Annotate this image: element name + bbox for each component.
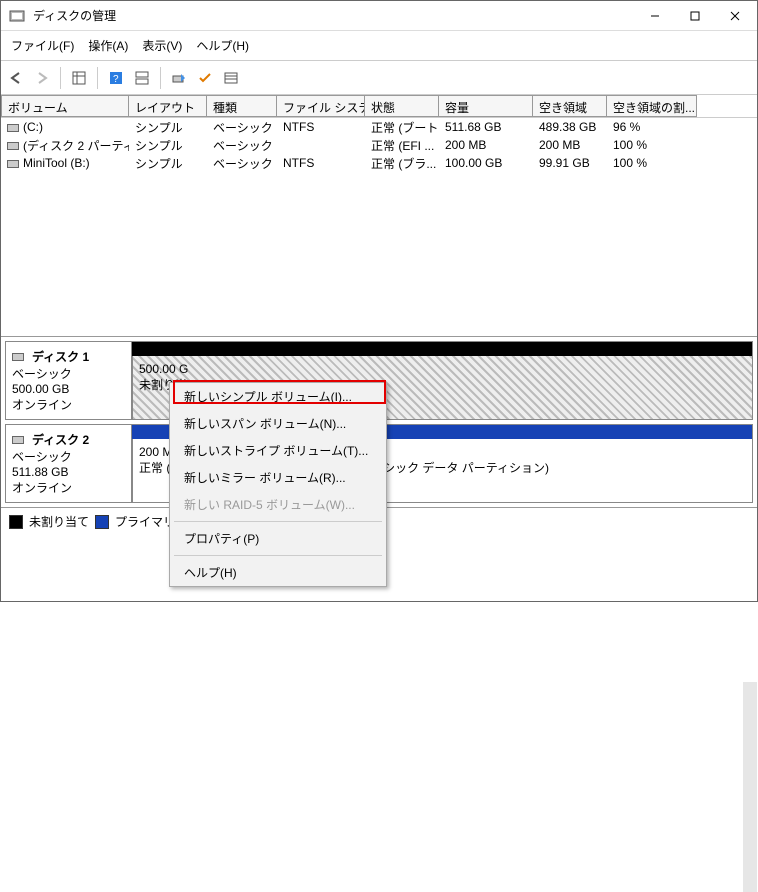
cm-new-stripe-volume[interactable]: 新しいストライプ ボリューム(T)... xyxy=(170,437,386,464)
cm-new-simple-volume[interactable]: 新しいシンプル ボリューム(I)... xyxy=(170,383,386,410)
action-button[interactable] xyxy=(168,67,190,89)
menu-view[interactable]: 表示(V) xyxy=(136,35,188,56)
menu-help[interactable]: ヘルプ(H) xyxy=(190,35,255,56)
disk-status: オンライン xyxy=(12,396,125,413)
cell-volume: (ディスク 2 パーティシ... xyxy=(23,139,129,153)
context-menu: 新しいシンプル ボリューム(I)... 新しいスパン ボリューム(N)... 新… xyxy=(169,382,387,587)
cell-type: ベーシック xyxy=(207,118,277,137)
app-icon xyxy=(9,8,25,24)
disk-name: ディスク 2 xyxy=(32,431,89,448)
cm-help[interactable]: ヘルプ(H) xyxy=(170,559,386,586)
volume-icon xyxy=(7,160,19,168)
help-button[interactable]: ? xyxy=(105,67,127,89)
cell-fs: NTFS xyxy=(277,155,365,171)
scrollbar[interactable] xyxy=(743,682,757,892)
forward-button[interactable] xyxy=(31,67,53,89)
cell-cap: 100.00 GB xyxy=(439,155,533,171)
disk-info-2[interactable]: ディスク 2 ベーシック 511.88 GB オンライン xyxy=(6,425,132,502)
cell-layout: シンプル xyxy=(129,154,207,173)
menubar: ファイル(F) 操作(A) 表示(V) ヘルプ(H) xyxy=(1,31,757,61)
volume-icon xyxy=(7,124,19,132)
cm-new-mirror-volume[interactable]: 新しいミラー ボリューム(R)... xyxy=(170,464,386,491)
col-status[interactable]: 状態 xyxy=(365,95,439,117)
cell-fs xyxy=(277,144,365,146)
unallocated-stripe xyxy=(132,342,752,356)
col-free[interactable]: 空き領域 xyxy=(533,95,607,117)
cell-pct: 100 % xyxy=(607,155,697,171)
cell-type: ベーシック xyxy=(207,136,277,155)
cell-type: ベーシック xyxy=(207,154,277,173)
disk-type: ベーシック xyxy=(12,365,125,382)
volume-grid: ボリューム レイアウト 種類 ファイル システム 状態 容量 空き領域 空き領域… xyxy=(1,95,757,337)
svg-text:?: ? xyxy=(113,74,119,85)
toolbar-view-button[interactable] xyxy=(68,67,90,89)
titlebar: ディスクの管理 xyxy=(1,1,757,31)
cell-status: 正常 (EFI ... xyxy=(365,136,439,155)
toolbar-layout-button[interactable] xyxy=(131,67,153,89)
maximize-button[interactable] xyxy=(675,2,715,30)
back-button[interactable] xyxy=(5,67,27,89)
cm-new-raid5-volume: 新しい RAID-5 ボリューム(W)... xyxy=(170,491,386,518)
cell-status: 正常 (ブラ... xyxy=(365,154,439,173)
disk-type: ベーシック xyxy=(12,448,125,465)
col-capacity[interactable]: 容量 xyxy=(439,95,533,117)
cm-separator xyxy=(174,521,382,522)
minimize-button[interactable] xyxy=(635,2,675,30)
cell-cap: 200 MB xyxy=(439,137,533,153)
cell-layout: シンプル xyxy=(129,136,207,155)
disk-size: 511.88 GB xyxy=(12,465,125,479)
col-type[interactable]: 種類 xyxy=(207,95,277,117)
cm-new-span-volume[interactable]: 新しいスパン ボリューム(N)... xyxy=(170,410,386,437)
cell-volume: MiniTool (B:) xyxy=(23,156,90,170)
cell-pct: 100 % xyxy=(607,137,697,153)
disk-status: オンライン xyxy=(12,479,125,496)
cell-cap: 511.68 GB xyxy=(439,119,533,135)
cm-separator xyxy=(174,555,382,556)
col-volume[interactable]: ボリューム xyxy=(1,95,129,117)
col-pct[interactable]: 空き領域の割... xyxy=(607,95,697,117)
cm-properties[interactable]: プロパティ(P) xyxy=(170,525,386,552)
grid-header: ボリューム レイアウト 種類 ファイル システム 状態 容量 空き領域 空き領域… xyxy=(1,95,757,118)
partition-size: 500.00 G xyxy=(139,362,746,376)
cell-fs: NTFS xyxy=(277,119,365,135)
menu-action[interactable]: 操作(A) xyxy=(82,35,134,56)
cell-pct: 96 % xyxy=(607,119,697,135)
close-button[interactable] xyxy=(715,2,755,30)
toolbar: ? xyxy=(1,61,757,95)
cell-status: 正常 (ブート... xyxy=(365,118,439,137)
disk-size: 500.00 GB xyxy=(12,382,125,396)
legend-swatch-unallocated xyxy=(9,515,23,529)
col-fs[interactable]: ファイル システム xyxy=(277,95,365,117)
table-row[interactable]: (ディスク 2 パーティシ... シンプル ベーシック 正常 (EFI ... … xyxy=(1,136,757,154)
col-layout[interactable]: レイアウト xyxy=(129,95,207,117)
check-button[interactable] xyxy=(194,67,216,89)
list-button[interactable] xyxy=(220,67,242,89)
disk-name: ディスク 1 xyxy=(32,348,89,365)
disk-info-1[interactable]: ディスク 1 ベーシック 500.00 GB オンライン xyxy=(6,342,132,419)
legend-unallocated: 未割り当て xyxy=(29,513,89,530)
cell-free: 489.38 GB xyxy=(533,119,607,135)
cell-free: 99.91 GB xyxy=(533,155,607,171)
disk-icon xyxy=(12,353,24,361)
cell-volume: (C:) xyxy=(23,120,43,134)
menu-file[interactable]: ファイル(F) xyxy=(5,35,80,56)
disk-icon xyxy=(12,436,24,444)
legend-swatch-primary xyxy=(95,515,109,529)
volume-icon xyxy=(7,142,19,150)
cell-free: 200 MB xyxy=(533,137,607,153)
cell-layout: シンプル xyxy=(129,118,207,137)
table-row[interactable]: MiniTool (B:) シンプル ベーシック NTFS 正常 (ブラ... … xyxy=(1,154,757,172)
window-title: ディスクの管理 xyxy=(31,7,635,24)
table-row[interactable]: (C:) シンプル ベーシック NTFS 正常 (ブート... 511.68 G… xyxy=(1,118,757,136)
